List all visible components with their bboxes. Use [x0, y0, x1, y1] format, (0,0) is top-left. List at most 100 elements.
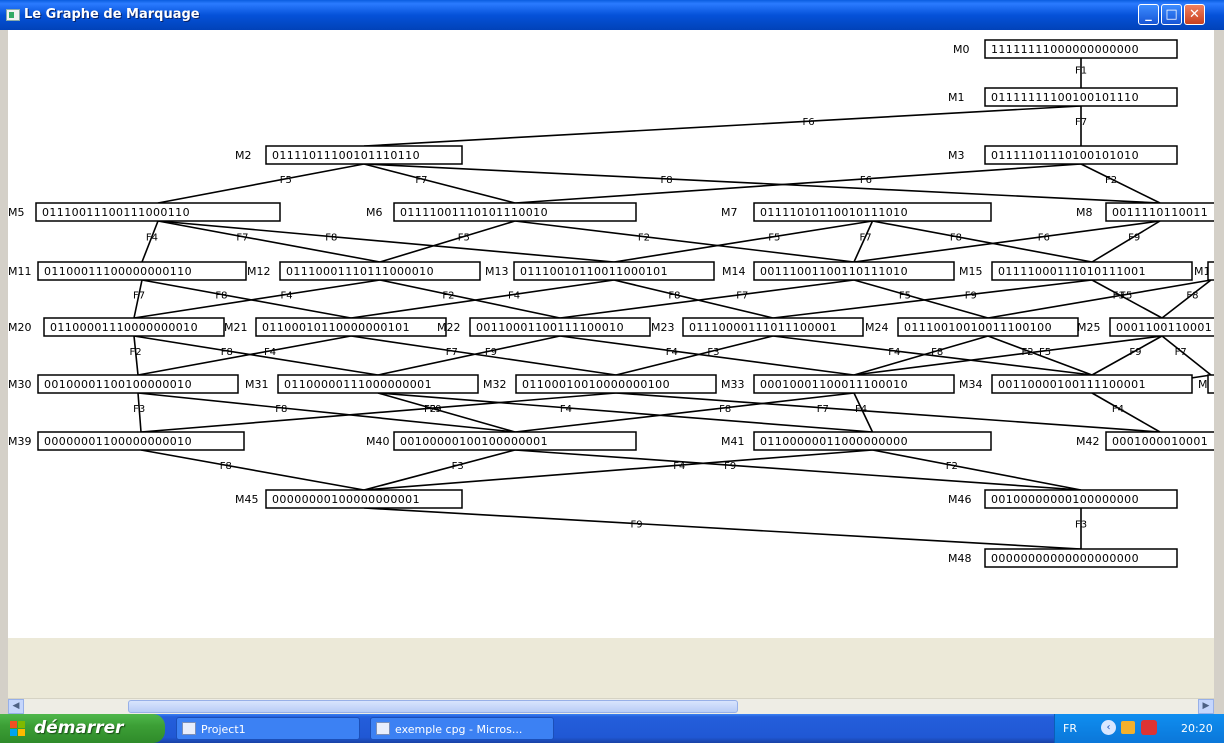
edge-M39-M45: [140, 449, 365, 491]
windows-logo-icon: [10, 721, 26, 736]
edge-label: F8: [719, 404, 731, 415]
taskbar: démarrer Project1 exemple cpg - Micros..…: [0, 714, 1224, 743]
edge-label: F3: [707, 347, 719, 358]
marking-value: 00000000100000000001: [272, 493, 420, 506]
edge-label: F4: [508, 290, 520, 301]
scroll-right-button[interactable]: ▶: [1198, 699, 1214, 714]
edge-M23-M32: [615, 335, 774, 376]
marking-label: M41: [721, 435, 745, 448]
edge-label: F9: [1128, 233, 1140, 244]
marking-node: M46 00100000000100000000: [948, 489, 1178, 509]
edge-label: F6: [1038, 233, 1050, 244]
marking-value: 0001000010001: [1112, 435, 1208, 448]
marking-value: 01111000111010111001: [998, 265, 1146, 278]
edge-label: F3: [1075, 520, 1087, 531]
edge-label: F6: [803, 117, 815, 128]
edge-label: F2: [638, 233, 650, 244]
marking-node: M0 11111111000000000000: [953, 39, 1178, 59]
language-indicator[interactable]: FR: [1063, 722, 1077, 735]
edge-label: F8: [1186, 290, 1198, 301]
edge-label: F4: [281, 290, 293, 301]
marking-node: M1: [1194, 261, 1214, 281]
edge-M12-M22: [379, 279, 561, 319]
title-bar[interactable]: Le Graphe de Marquage _ □ ✕: [0, 0, 1224, 30]
marking-value: 01111111100100101110: [991, 91, 1139, 104]
marking-value: 01111101110100101010: [991, 149, 1139, 162]
marking-label: M46: [948, 493, 972, 506]
edge-label: F7: [817, 404, 829, 415]
marking-node: M30 00100001100100000010: [8, 374, 239, 394]
marking-value: 00111001100110111010: [760, 265, 908, 278]
edge-label: F6: [860, 175, 872, 186]
edge-label: F2: [1105, 175, 1117, 186]
marking-label: M8: [1076, 206, 1093, 219]
edge-label: F5: [280, 175, 292, 186]
minimize-button[interactable]: _: [1138, 4, 1159, 25]
scroll-thumb[interactable]: [128, 700, 738, 713]
edge-label: F5: [768, 233, 780, 244]
back-arrow-icon[interactable]: ‹: [1101, 720, 1116, 735]
edge-label: F8: [660, 175, 672, 186]
edge-M22-M31: [377, 335, 561, 376]
maximize-button[interactable]: □: [1161, 4, 1182, 25]
start-button[interactable]: démarrer: [0, 714, 165, 743]
edge-label: F4: [855, 404, 867, 415]
edge-M14-M22: [559, 279, 855, 319]
marking-node: M12 01110001110111000010: [247, 261, 481, 281]
marking-node: M32 01100010010000000100: [483, 374, 717, 394]
marking-label: M24: [865, 321, 889, 334]
marking-value: 01111011100101110110: [272, 149, 420, 162]
edge-label: F4: [888, 347, 900, 358]
marking-value: 01110010110011000101: [520, 265, 668, 278]
edge-label: F4: [1112, 404, 1124, 415]
marking-value: 01100000011000000000: [760, 435, 908, 448]
edge-label: F8: [215, 290, 227, 301]
edge-label: F3: [452, 461, 464, 472]
marking-node: M8 0011110110011: [1076, 202, 1214, 222]
close-button[interactable]: ✕: [1184, 4, 1205, 25]
horizontal-scrollbar[interactable]: ◀ ▶: [8, 698, 1214, 714]
marking-node: M13 01110010110011000101: [485, 261, 715, 281]
edge-M21-M32: [350, 335, 617, 376]
marking-value: 00010001100011100010: [760, 378, 908, 391]
security-shield-icon[interactable]: [1141, 720, 1157, 735]
taskbar-item-project1[interactable]: Project1: [176, 717, 360, 740]
marking-label: M14: [722, 265, 746, 278]
network-icon[interactable]: [1121, 721, 1135, 734]
edge-label: F7: [1175, 347, 1187, 358]
edge-M34-M42: [1091, 392, 1161, 433]
marking-label: M34: [959, 378, 983, 391]
clock: 20:20: [1181, 722, 1213, 735]
edge-label: F2: [946, 461, 958, 472]
marking-value: 01110010010011100100: [904, 321, 1052, 334]
marking-node: M48 00000000000000000000: [948, 548, 1178, 568]
marking-value: 00000001100000000010: [44, 435, 192, 448]
marking-label: M31: [245, 378, 269, 391]
taskbar-item-label: Project1: [201, 723, 246, 736]
edge-label: F8: [220, 461, 232, 472]
scroll-left-button[interactable]: ◀: [8, 699, 24, 714]
edge-M24-M33: [853, 335, 989, 376]
edge-label: F7: [415, 175, 427, 186]
empty-area: [8, 638, 1214, 698]
app-icon: [182, 722, 196, 735]
marking-value: 00100001100100000010: [44, 378, 192, 391]
marking-label: M22: [437, 321, 461, 334]
marking-label: M11: [8, 265, 32, 278]
edge-M5-M13: [157, 220, 615, 263]
marking-value: 00000000000000000000: [991, 552, 1139, 565]
marking-value: 01111001110101110010: [400, 206, 548, 219]
edge-label: F8: [221, 347, 233, 358]
graph-canvas[interactable]: F1 F6 F7 F5 F7 F8 F6 F2 F4 F7 F8 F5 F2 F5 F8 F7 F9 F6 F7 F8…: [8, 30, 1214, 638]
marking-node: M1 01111111100100101110: [948, 87, 1178, 107]
marking-node: M15 01111000111010111001: [959, 261, 1193, 281]
marking-node: M40 00100000100100000001: [366, 431, 637, 451]
marking-label: M0: [953, 43, 970, 56]
marking-label: M23: [651, 321, 675, 334]
marking-value: 01111010110010111010: [760, 206, 908, 219]
edge-label: F3: [133, 404, 145, 415]
marking-node: M21 01100010110000000101: [224, 317, 447, 337]
marking-label: M12: [247, 265, 271, 278]
edge-label: F5: [1039, 347, 1051, 358]
taskbar-item-word[interactable]: exemple cpg - Micros...: [370, 717, 554, 740]
